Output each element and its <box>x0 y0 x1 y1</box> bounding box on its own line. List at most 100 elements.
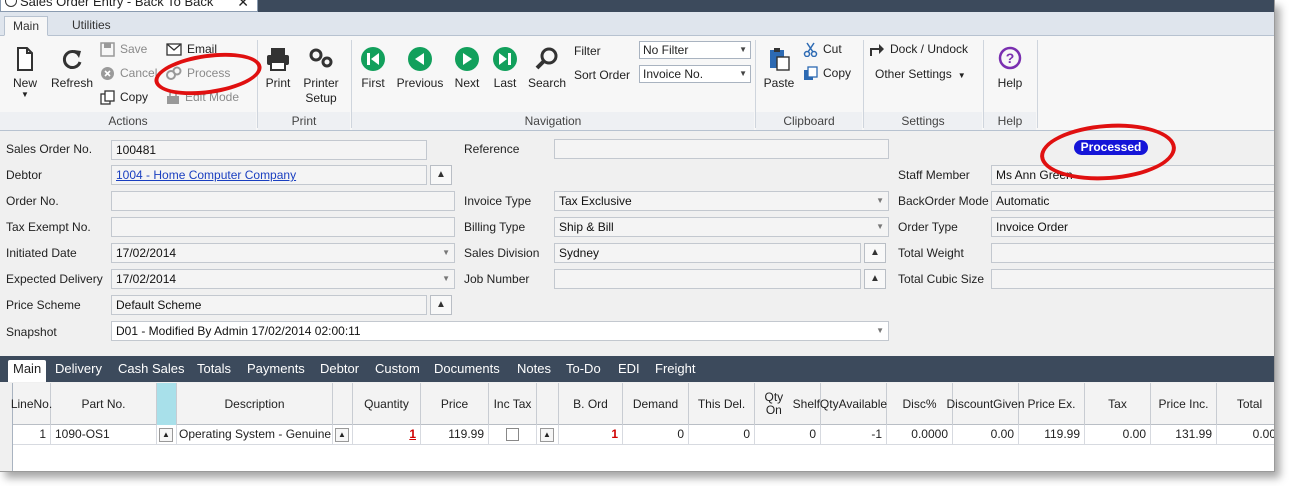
other-settings-button[interactable]: Other Settings ▼ <box>875 67 966 81</box>
clipboard-copy-button[interactable]: Copy <box>803 66 851 81</box>
column-header[interactable]: Qty On Shelf <box>755 383 821 425</box>
tax-exempt-no-field[interactable] <box>111 217 455 237</box>
reference-field[interactable] <box>554 139 889 159</box>
tab-freight[interactable]: Freight <box>655 360 695 382</box>
quantity-cell[interactable]: 1 <box>353 425 421 445</box>
sort-order-select[interactable]: Invoice No. ▼ <box>639 65 751 83</box>
first-button[interactable]: First <box>356 46 390 90</box>
cut-button[interactable]: Cut <box>803 42 842 58</box>
column-header[interactable] <box>157 383 177 425</box>
table-row[interactable]: 1 1090-OS1 ▲ Operating System - Genuine … <box>13 425 1274 445</box>
save-button[interactable]: Save <box>100 42 147 58</box>
column-header[interactable]: This Del. <box>689 383 755 425</box>
b-ord-cell[interactable]: 1 <box>559 425 623 445</box>
job-number-field[interactable] <box>554 269 861 289</box>
column-header[interactable]: Price <box>421 383 489 425</box>
expected-delivery-field[interactable]: 17/02/2014 ▼ <box>111 269 455 289</box>
lookup-icon[interactable]: ▲ <box>335 427 349 442</box>
lookup-icon[interactable]: ▲ <box>159 427 173 442</box>
disc-pct-cell[interactable]: 0.0000 <box>887 425 953 445</box>
description-lookup-cell[interactable]: ▲ <box>333 425 353 445</box>
total-weight-field[interactable] <box>991 243 1274 263</box>
last-button[interactable]: Last <box>490 46 520 90</box>
lookup-icon[interactable]: ▲ <box>540 427 554 442</box>
printer-setup-button[interactable]: Printer Setup <box>300 46 342 106</box>
price-cell[interactable]: 119.99 <box>421 425 489 445</box>
ribbon-tab-main[interactable]: Main <box>4 16 49 36</box>
edit-mode-button[interactable]: Edit Mode <box>166 90 239 105</box>
tab-cash-sales[interactable]: Cash Sales <box>118 360 184 382</box>
close-icon[interactable]: ✕ <box>237 0 249 10</box>
total-cell[interactable]: 0.00 <box>1217 425 1274 445</box>
price-scheme-lookup-button[interactable]: ▲ <box>430 295 452 315</box>
sales-order-no-field[interactable]: 100481 <box>111 140 427 160</box>
tab-notes[interactable]: Notes <box>517 360 551 382</box>
column-header[interactable]: Inc Tax <box>489 383 537 425</box>
qty-on-shelf-cell[interactable]: 0 <box>755 425 821 445</box>
tab-edi[interactable]: EDI <box>618 360 640 382</box>
paste-button[interactable]: Paste <box>762 46 796 90</box>
snapshot-select[interactable]: D01 - Modified By Admin 17/02/2014 02:00… <box>111 321 889 341</box>
initiated-date-field[interactable]: 17/02/2014 ▼ <box>111 243 455 263</box>
next-button[interactable]: Next <box>452 46 482 90</box>
bord-lookup-cell[interactable]: ▲ <box>537 425 559 445</box>
tax-cell[interactable]: 0.00 <box>1085 425 1151 445</box>
price-inc-cell[interactable]: 131.99 <box>1151 425 1217 445</box>
refresh-button[interactable]: Refresh <box>50 46 94 90</box>
sales-division-field[interactable]: Sydney <box>554 243 861 263</box>
email-button[interactable]: Email <box>166 42 217 56</box>
inc-tax-checkbox[interactable] <box>506 428 519 442</box>
tab-to-do[interactable]: To-Do <box>566 360 601 382</box>
tab-delivery[interactable]: Delivery <box>55 360 102 382</box>
column-header[interactable]: Qty Available <box>820 383 887 425</box>
tab-documents[interactable]: Documents <box>434 360 500 382</box>
line-no-cell[interactable]: 1 <box>13 425 51 445</box>
ribbon-tab-utilities[interactable]: Utilities <box>64 16 119 36</box>
price-ex-cell[interactable]: 119.99 <box>1019 425 1085 445</box>
part-no-cell[interactable]: 1090-OS1 <box>51 425 157 445</box>
invoice-type-select[interactable]: Tax Exclusive ▼ <box>554 191 889 211</box>
staff-member-field[interactable]: Ms Ann Green <box>991 165 1274 185</box>
price-scheme-field[interactable]: Default Scheme <box>111 295 427 315</box>
discount-given-cell[interactable]: 0.00 <box>953 425 1019 445</box>
inc-tax-cell[interactable] <box>489 425 537 445</box>
column-header[interactable] <box>537 383 559 425</box>
print-button[interactable]: Print <box>262 46 294 90</box>
part-lookup-cell[interactable]: ▲ <box>157 425 177 445</box>
column-header[interactable]: Disc% <box>887 383 953 425</box>
document-tab[interactable]: Sales Order Entry - Back To Back ✕ <box>0 0 258 12</box>
column-header[interactable]: Demand <box>623 383 689 425</box>
order-no-field[interactable] <box>111 191 455 211</box>
column-header[interactable]: Price Ex. <box>1019 383 1085 425</box>
tab-debtor[interactable]: Debtor <box>320 360 359 382</box>
qty-available-cell[interactable]: -1 <box>821 425 887 445</box>
tab-main[interactable]: Main <box>8 360 47 382</box>
filter-select[interactable]: No Filter ▼ <box>639 41 751 59</box>
column-header[interactable]: Discount Given <box>946 383 1025 425</box>
column-header[interactable]: Line No. <box>11 383 52 425</box>
previous-button[interactable]: Previous <box>396 46 444 90</box>
new-button[interactable]: New ▼ <box>8 46 42 99</box>
order-type-field[interactable]: Invoice Order <box>991 217 1274 237</box>
column-header[interactable]: Price Inc. <box>1151 383 1217 425</box>
column-header[interactable] <box>333 383 353 425</box>
demand-cell[interactable]: 0 <box>623 425 689 445</box>
column-header[interactable]: Total <box>1217 383 1274 425</box>
tab-custom[interactable]: Custom <box>375 360 420 382</box>
total-cubic-size-field[interactable] <box>991 269 1274 289</box>
this-del-cell[interactable]: 0 <box>689 425 755 445</box>
copy-button[interactable]: Copy <box>100 90 148 105</box>
column-header[interactable]: Part No. <box>51 383 157 425</box>
process-button[interactable]: Process <box>166 66 230 81</box>
job-number-lookup-button[interactable]: ▲ <box>864 269 886 289</box>
sales-division-lookup-button[interactable]: ▲ <box>864 243 886 263</box>
cancel-button[interactable]: Cancel <box>100 66 157 81</box>
search-button[interactable]: Search <box>528 46 566 90</box>
description-cell[interactable]: Operating System - Genuine Win <box>177 425 333 445</box>
billing-type-select[interactable]: Ship & Bill ▼ <box>554 217 889 237</box>
column-header[interactable]: Description <box>177 383 333 425</box>
dock-undock-button[interactable]: Dock / Undock <box>869 42 968 57</box>
column-header[interactable]: Quantity <box>353 383 421 425</box>
column-header[interactable]: Tax <box>1085 383 1151 425</box>
help-button[interactable]: ? Help <box>992 46 1028 90</box>
